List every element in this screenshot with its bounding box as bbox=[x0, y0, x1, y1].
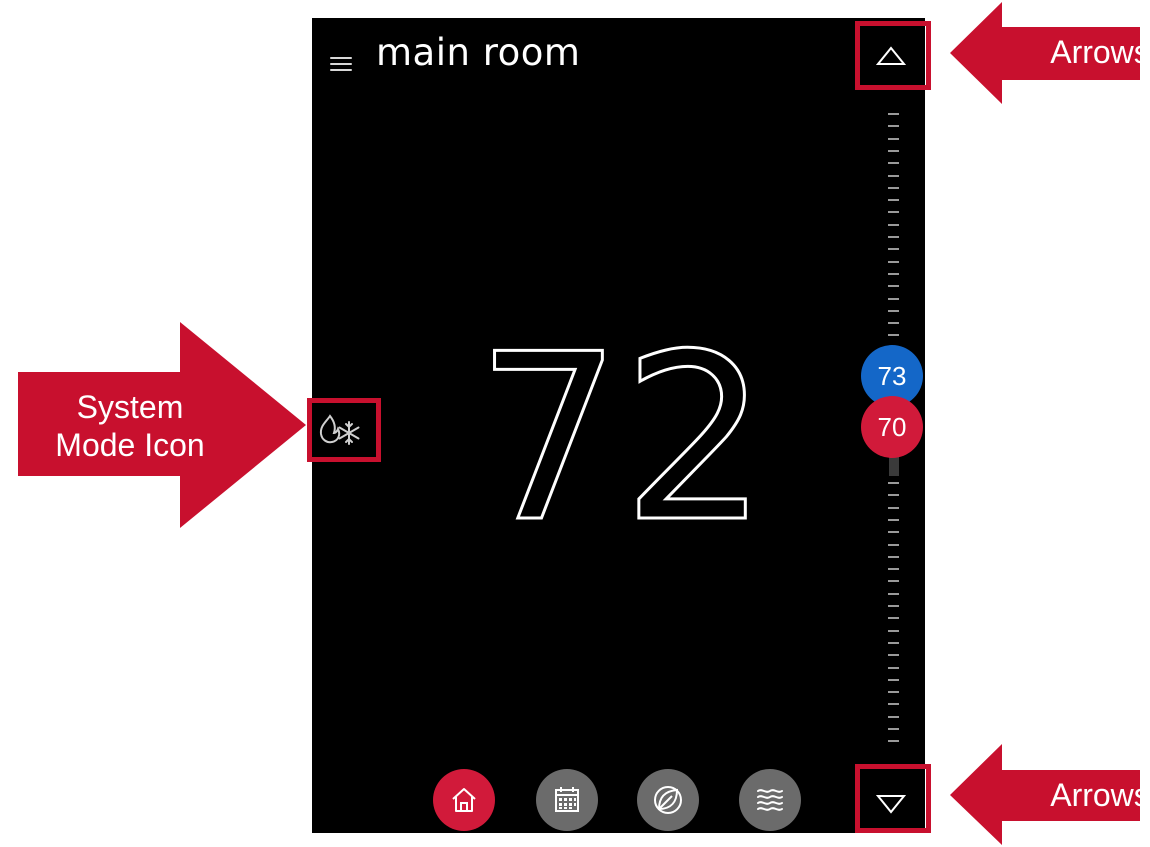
nav-home-button[interactable] bbox=[433, 769, 495, 831]
nav-eco-button[interactable] bbox=[637, 769, 699, 831]
current-temperature: 72 bbox=[482, 308, 762, 568]
nav-fan-button[interactable] bbox=[739, 769, 801, 831]
scale-tick bbox=[888, 593, 899, 595]
scale-tick bbox=[888, 642, 899, 644]
arrows-top-label: Arrows bbox=[1050, 34, 1150, 70]
scale-tick bbox=[888, 544, 899, 546]
down-arrow-highlight bbox=[855, 764, 931, 833]
scale-tick bbox=[888, 494, 899, 496]
scale-tick bbox=[888, 236, 899, 238]
scale-tick bbox=[888, 519, 899, 521]
scale-tick bbox=[888, 568, 899, 570]
scale-tick bbox=[888, 285, 899, 287]
scale-tick bbox=[888, 322, 899, 324]
scale-tick bbox=[888, 162, 899, 164]
system-mode-label-line2: Mode Icon bbox=[55, 427, 205, 463]
scale-tick bbox=[888, 211, 899, 213]
scale-tick bbox=[888, 224, 899, 226]
thermostat-screen: main room 72 73 70 bbox=[312, 18, 925, 833]
air-waves-icon bbox=[757, 789, 783, 811]
scale-tick bbox=[888, 482, 899, 484]
scale-tick bbox=[888, 248, 899, 250]
system-mode-label-line1: System bbox=[76, 389, 184, 425]
current-temperature-container: 72 bbox=[474, 305, 770, 575]
scale-tick bbox=[888, 691, 899, 693]
home-icon bbox=[452, 788, 476, 812]
scale-tick bbox=[888, 125, 899, 127]
hamburger-menu-icon[interactable] bbox=[330, 57, 352, 71]
heat-setpoint-bubble[interactable]: 70 bbox=[861, 396, 923, 458]
scale-tick bbox=[888, 531, 899, 533]
scale-tick bbox=[888, 580, 899, 582]
scale-tick bbox=[888, 310, 899, 312]
scale-tick bbox=[888, 617, 899, 619]
scale-tick bbox=[888, 187, 899, 189]
room-name: main room bbox=[376, 31, 581, 74]
scale-tick bbox=[888, 150, 899, 152]
scale-tick bbox=[888, 654, 899, 656]
up-arrow-highlight bbox=[855, 21, 931, 90]
scale-tick bbox=[888, 740, 899, 742]
system-mode-label: System Mode Icon bbox=[18, 388, 242, 464]
system-mode-highlight bbox=[307, 398, 381, 462]
scale-tick bbox=[888, 298, 899, 300]
scale-tick bbox=[888, 175, 899, 177]
scale-tick bbox=[888, 261, 899, 263]
scale-tick bbox=[888, 716, 899, 718]
scale-tick bbox=[888, 630, 899, 632]
scale-tick bbox=[888, 728, 899, 730]
scale-tick bbox=[888, 334, 899, 336]
scale-tick bbox=[888, 273, 899, 275]
scale-tick bbox=[888, 199, 899, 201]
nav-schedule-button[interactable] bbox=[536, 769, 598, 831]
scale-tick bbox=[888, 556, 899, 558]
leaf-icon bbox=[654, 786, 682, 814]
scale-tick bbox=[888, 113, 899, 115]
scale-tick bbox=[888, 507, 899, 509]
scale-tick bbox=[888, 138, 899, 140]
scale-tick bbox=[888, 667, 899, 669]
arrows-bottom-label: Arrows bbox=[1050, 777, 1150, 813]
scale-tick bbox=[888, 679, 899, 681]
current-temperature-glyphs: 72 bbox=[474, 305, 770, 575]
calendar-icon bbox=[555, 787, 579, 812]
scale-tick bbox=[888, 703, 899, 705]
scale-tick bbox=[888, 605, 899, 607]
